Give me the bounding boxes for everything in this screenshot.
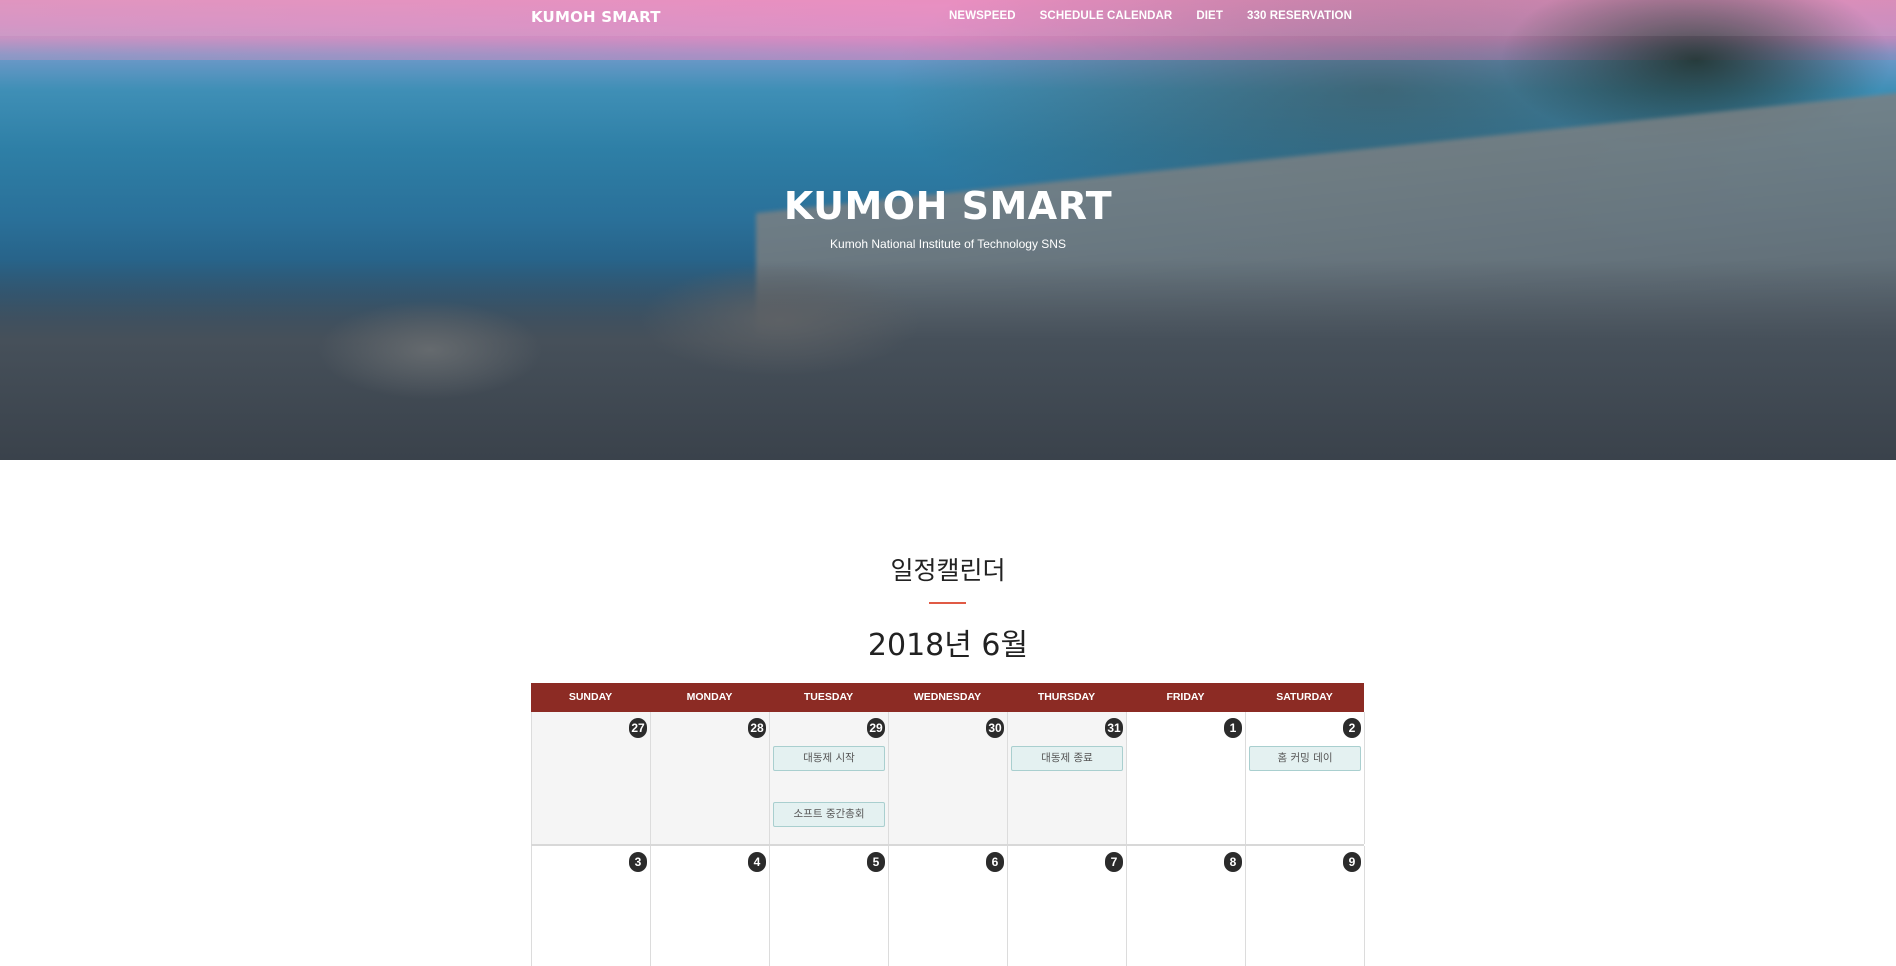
day-cell[interactable]: 28 — [650, 712, 770, 844]
calendar-event[interactable]: 소프트 중간총회 — [773, 802, 885, 827]
day-number: 1 — [1224, 718, 1242, 738]
schedule-calendar: SUNDAY MONDAY TUESDAY WEDNESDAY THURSDAY… — [531, 683, 1365, 966]
weekday-thursday: THURSDAY — [1037, 691, 1096, 703]
day-cell[interactable]: 4 — [650, 846, 770, 966]
day-cell[interactable]: 7 — [1007, 846, 1127, 966]
nav-link-schedule-calendar[interactable]: SCHEDULE CALENDAR — [1040, 10, 1173, 22]
section-title: 일정캘린더 — [890, 556, 1006, 585]
weekday-wednesday: WEDNESDAY — [913, 691, 982, 703]
calendar-event[interactable]: 홈 커밍 데이 — [1249, 746, 1361, 771]
weekday-tuesday: TUESDAY — [803, 691, 854, 703]
weekday-monday: MONDAY — [686, 691, 733, 703]
hero-title: KUMOH SMART — [783, 184, 1113, 228]
weekday-sunday: SUNDAY — [568, 691, 613, 703]
month-title: 2018년 6월 — [867, 628, 1029, 663]
day-cell[interactable]: 31 대동제 종료 — [1007, 712, 1127, 844]
hero-rocks — [0, 260, 1896, 460]
day-cell[interactable]: 30 — [888, 712, 1008, 844]
title-divider — [929, 602, 966, 604]
day-number: 29 — [867, 718, 885, 738]
day-cell[interactable]: 29 대동제 시작 소프트 중간총회 — [769, 712, 889, 844]
day-cell[interactable]: 6 — [888, 846, 1008, 966]
day-number: 7 — [1105, 852, 1123, 872]
day-cell[interactable]: 2 홈 커밍 데이 — [1245, 712, 1365, 844]
calendar-event[interactable]: 대동제 종료 — [1011, 746, 1123, 771]
weekday-saturday: SATURDAY — [1276, 691, 1333, 703]
day-number: 9 — [1343, 852, 1361, 872]
day-cell[interactable]: 9 — [1245, 846, 1365, 966]
day-cell[interactable]: 8 — [1126, 846, 1246, 966]
day-number: 6 — [986, 852, 1004, 872]
day-number: 3 — [629, 852, 647, 872]
day-cell[interactable]: 1 — [1126, 712, 1246, 844]
calendar-event[interactable]: 대동제 시작 — [773, 746, 885, 771]
week-row: 3 4 5 6 7 8 9 — [531, 846, 1365, 966]
day-cell[interactable]: 3 — [531, 846, 651, 966]
week-row: 27 28 29 대동제 시작 소프트 중간총회 30 31 대동제 종료 1 … — [531, 712, 1365, 846]
weekday-header: SUNDAY MONDAY TUESDAY WEDNESDAY THURSDAY… — [531, 683, 1364, 712]
weekday-friday: FRIDAY — [1166, 691, 1205, 703]
day-number: 27 — [629, 718, 647, 738]
day-number: 8 — [1224, 852, 1242, 872]
brand-logo[interactable]: KUMOH SMART — [531, 8, 661, 26]
day-number: 5 — [867, 852, 885, 872]
day-cell[interactable]: 5 — [769, 846, 889, 966]
top-navbar: KUMOH SMART NEWSPEED SCHEDULE CALENDAR D… — [0, 0, 1896, 36]
day-number: 31 — [1105, 718, 1123, 738]
day-number: 30 — [986, 718, 1004, 738]
day-number: 28 — [748, 718, 766, 738]
nav-link-newspeed[interactable]: NEWSPEED — [949, 10, 1016, 22]
day-number: 4 — [748, 852, 766, 872]
hero-subtitle: Kumoh National Institute of Technology S… — [830, 237, 1066, 251]
nav-link-diet[interactable]: DIET — [1196, 10, 1223, 22]
day-number: 2 — [1343, 718, 1361, 738]
day-cell[interactable]: 27 — [531, 712, 651, 844]
nav-link-330-reservation[interactable]: 330 RESERVATION — [1247, 10, 1352, 22]
hero-banner: KUMOH SMART NEWSPEED SCHEDULE CALENDAR D… — [0, 0, 1896, 460]
nav-links: NEWSPEED SCHEDULE CALENDAR DIET 330 RESE… — [949, 10, 1352, 22]
